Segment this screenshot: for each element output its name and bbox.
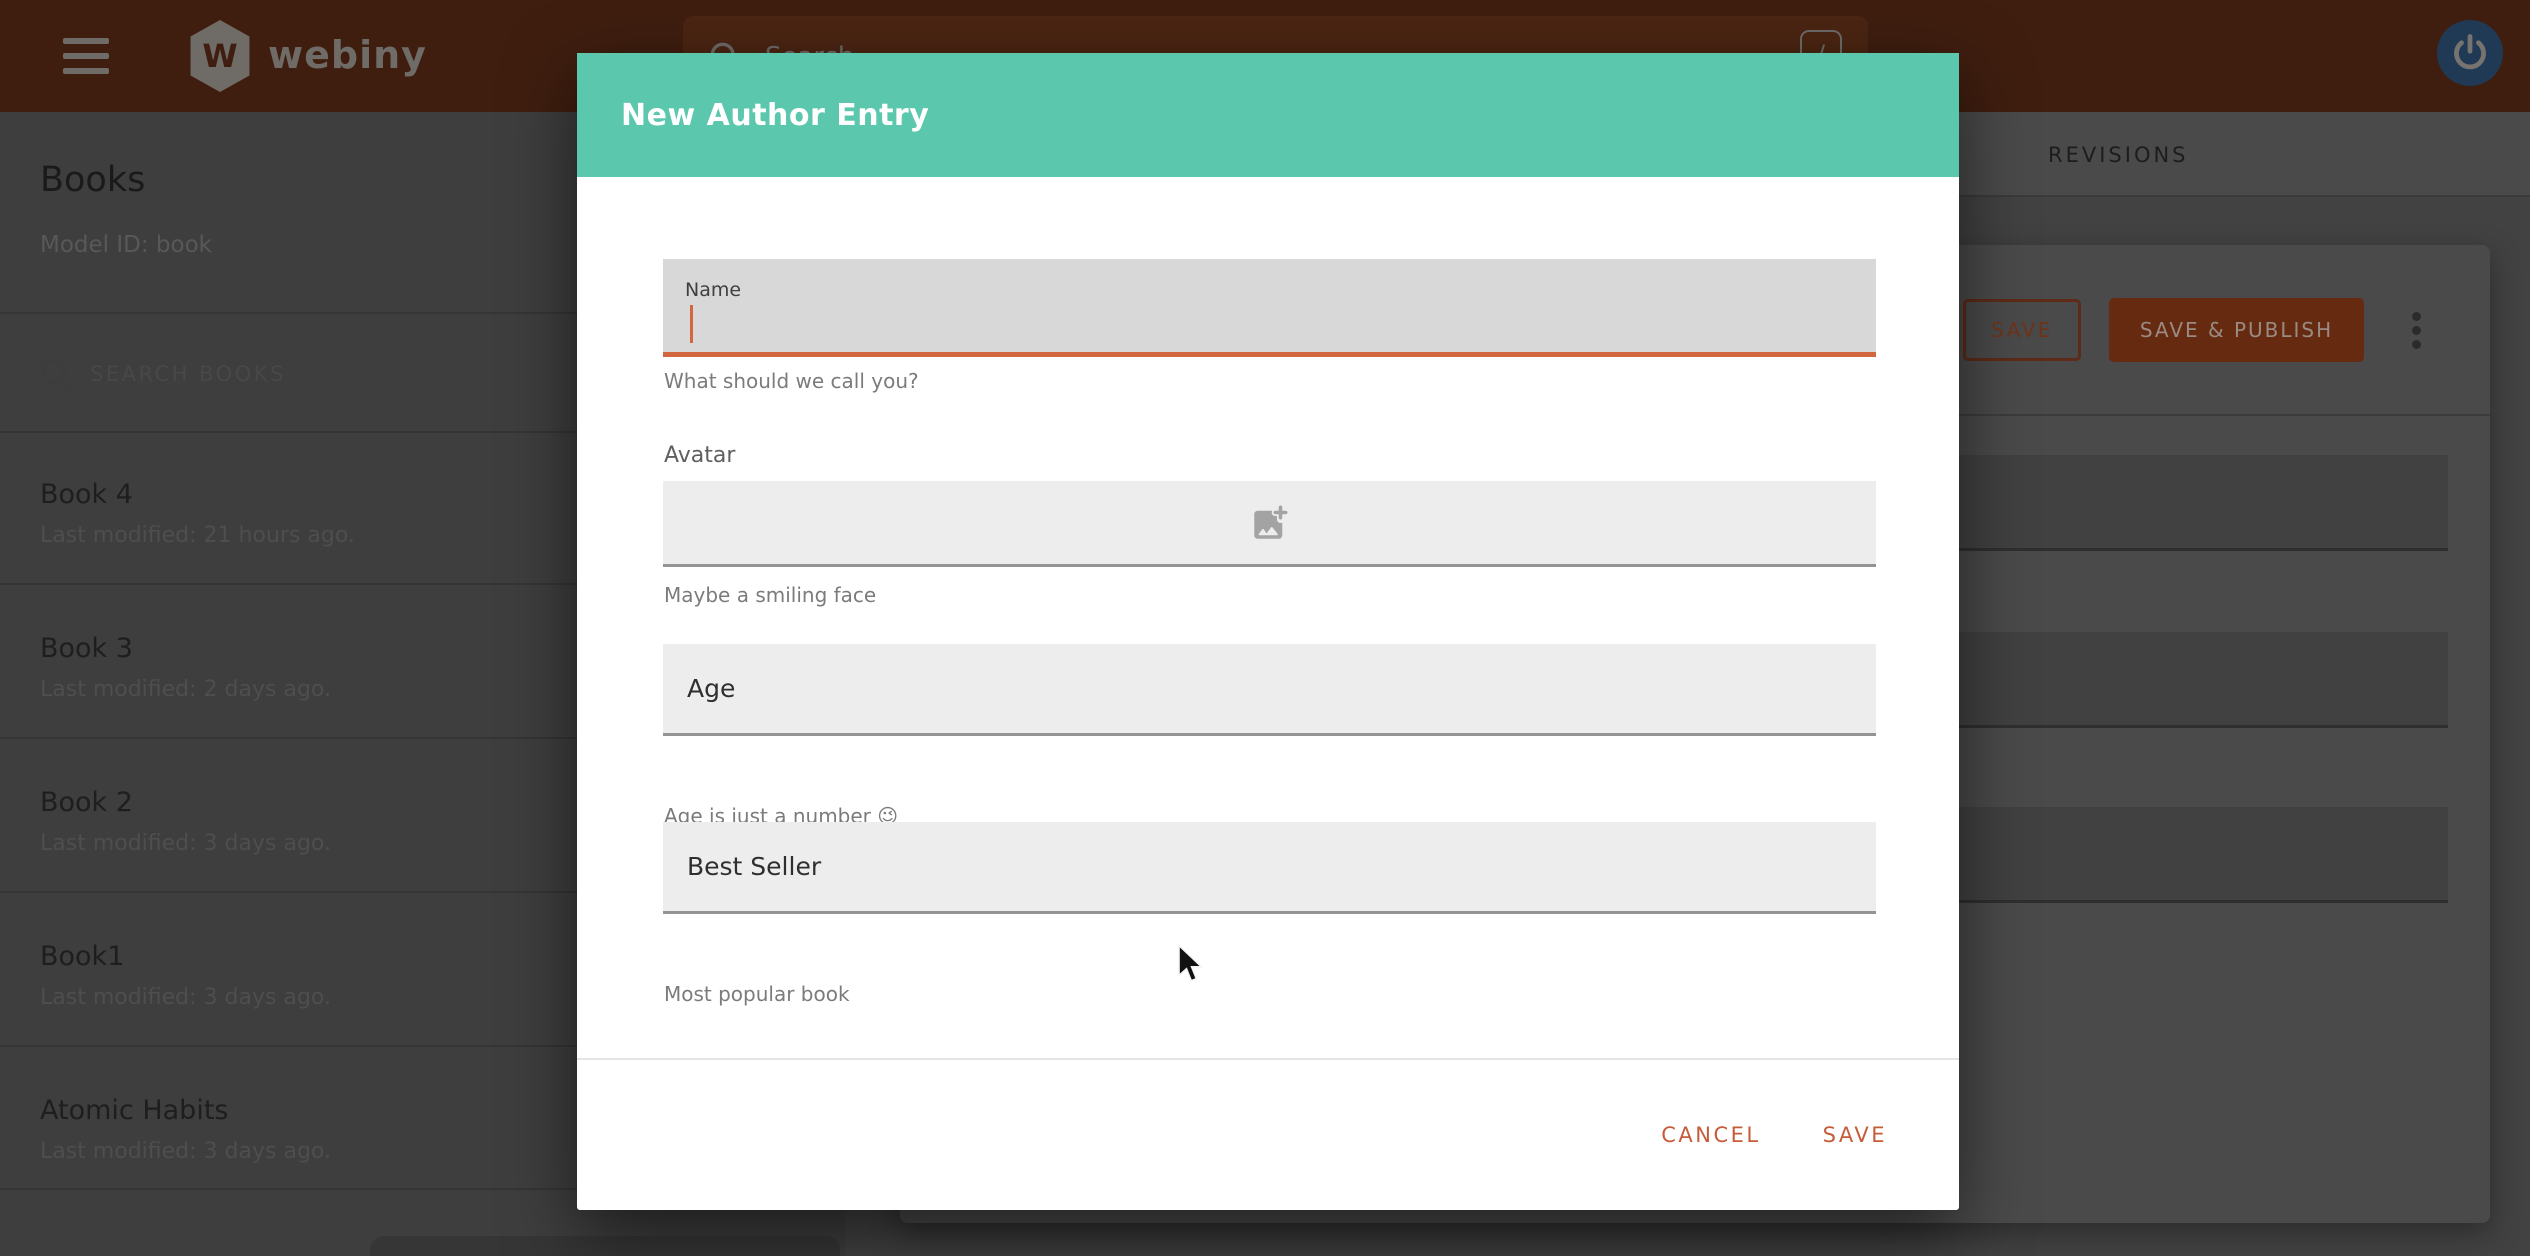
dialog-footer: CANCEL SAVE [577, 1058, 1959, 1210]
add-image-icon [1249, 502, 1291, 544]
age-field[interactable]: Age [663, 644, 1876, 736]
dialog-header: New Author Entry [577, 53, 1959, 177]
avatar-field-label: Avatar [664, 443, 735, 468]
list-bottom-bar [370, 1236, 840, 1256]
search-books-input[interactable]: SEARCH BOOKS [90, 362, 286, 386]
name-field-label: Name [685, 279, 741, 301]
save-and-publish-button[interactable]: SAVE & PUBLISH [2109, 298, 2364, 362]
name-helper-text: What should we call you? [664, 369, 919, 393]
name-field[interactable] [663, 259, 1876, 357]
hamburger-menu-icon[interactable] [63, 38, 109, 74]
best-seller-placeholder: Best Seller [687, 852, 821, 881]
webiny-logo-icon[interactable]: W [188, 20, 252, 92]
power-icon [2448, 31, 2492, 75]
model-id-label: Model ID: book [40, 232, 212, 258]
dialog-save-button[interactable]: SAVE [1823, 1123, 1887, 1147]
best-seller-field[interactable]: Best Seller [663, 822, 1876, 914]
logout-button[interactable] [2437, 20, 2503, 86]
avatar-upload-area[interactable] [663, 481, 1876, 567]
search-books-icon [36, 354, 78, 396]
mouse-cursor [1176, 944, 1206, 986]
page-title: Books [40, 160, 145, 200]
text-caret [690, 305, 693, 343]
age-field-placeholder: Age [687, 674, 735, 703]
new-author-entry-dialog: New Author Entry Name What should we cal… [577, 53, 1959, 1210]
background-form-field [1959, 455, 2448, 551]
more-options-icon[interactable] [2394, 308, 2438, 352]
background-form-field [1959, 807, 2448, 903]
avatar-helper-text: Maybe a smiling face [664, 583, 876, 607]
dialog-title: New Author Entry [621, 98, 929, 133]
webiny-wordmark: webiny [268, 33, 427, 77]
best-seller-helper-text: Most popular book [664, 982, 850, 1006]
background-form-field [1959, 632, 2448, 728]
tab-revisions[interactable]: REVISIONS [2048, 143, 2189, 167]
save-button-outlined[interactable]: SAVE [1963, 299, 2081, 361]
cancel-button[interactable]: CANCEL [1661, 1123, 1760, 1147]
